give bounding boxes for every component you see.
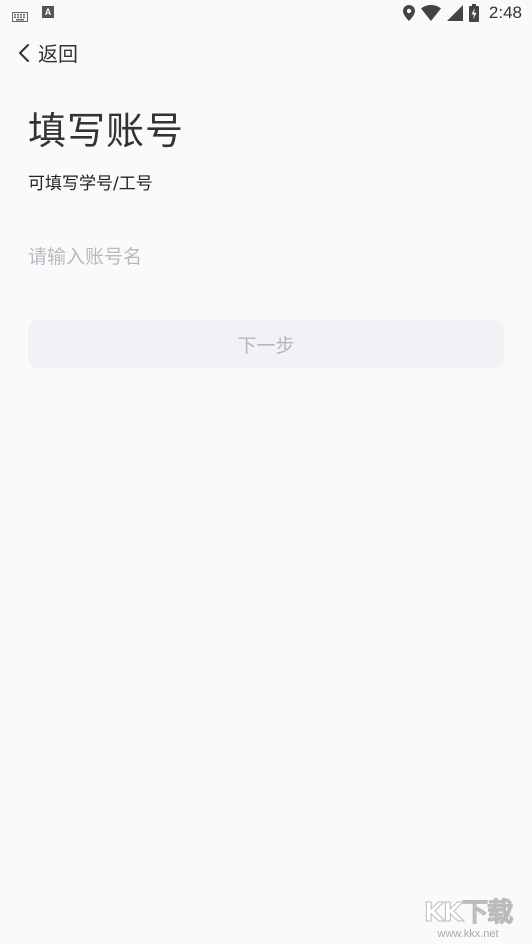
keyboard-icon	[12, 7, 28, 22]
back-button[interactable]: 返回	[18, 38, 78, 67]
a-icon: A	[42, 6, 54, 18]
back-label: 返回	[38, 42, 78, 66]
status-left: A	[12, 6, 54, 22]
status-time: 2:48	[488, 3, 522, 22]
account-input[interactable]	[28, 240, 504, 274]
watermark: KK下载 www.kkx.net	[410, 898, 526, 941]
page-title: 填写账号	[28, 109, 185, 153]
page-subtitle: 可填写学号/工号	[28, 174, 153, 194]
signal-icon	[446, 5, 463, 21]
wifi-icon	[420, 5, 441, 21]
next-button[interactable]: 下一步	[28, 320, 504, 368]
battery-charging-icon	[468, 4, 479, 22]
status-right: 2:48	[402, 3, 522, 23]
status-bar: A 2:48	[0, 0, 532, 28]
watermark-logo: KK下载	[423, 898, 513, 928]
chevron-left-icon	[19, 43, 29, 62]
location-icon	[402, 5, 415, 21]
watermark-url: www.kkx.net	[437, 928, 499, 940]
